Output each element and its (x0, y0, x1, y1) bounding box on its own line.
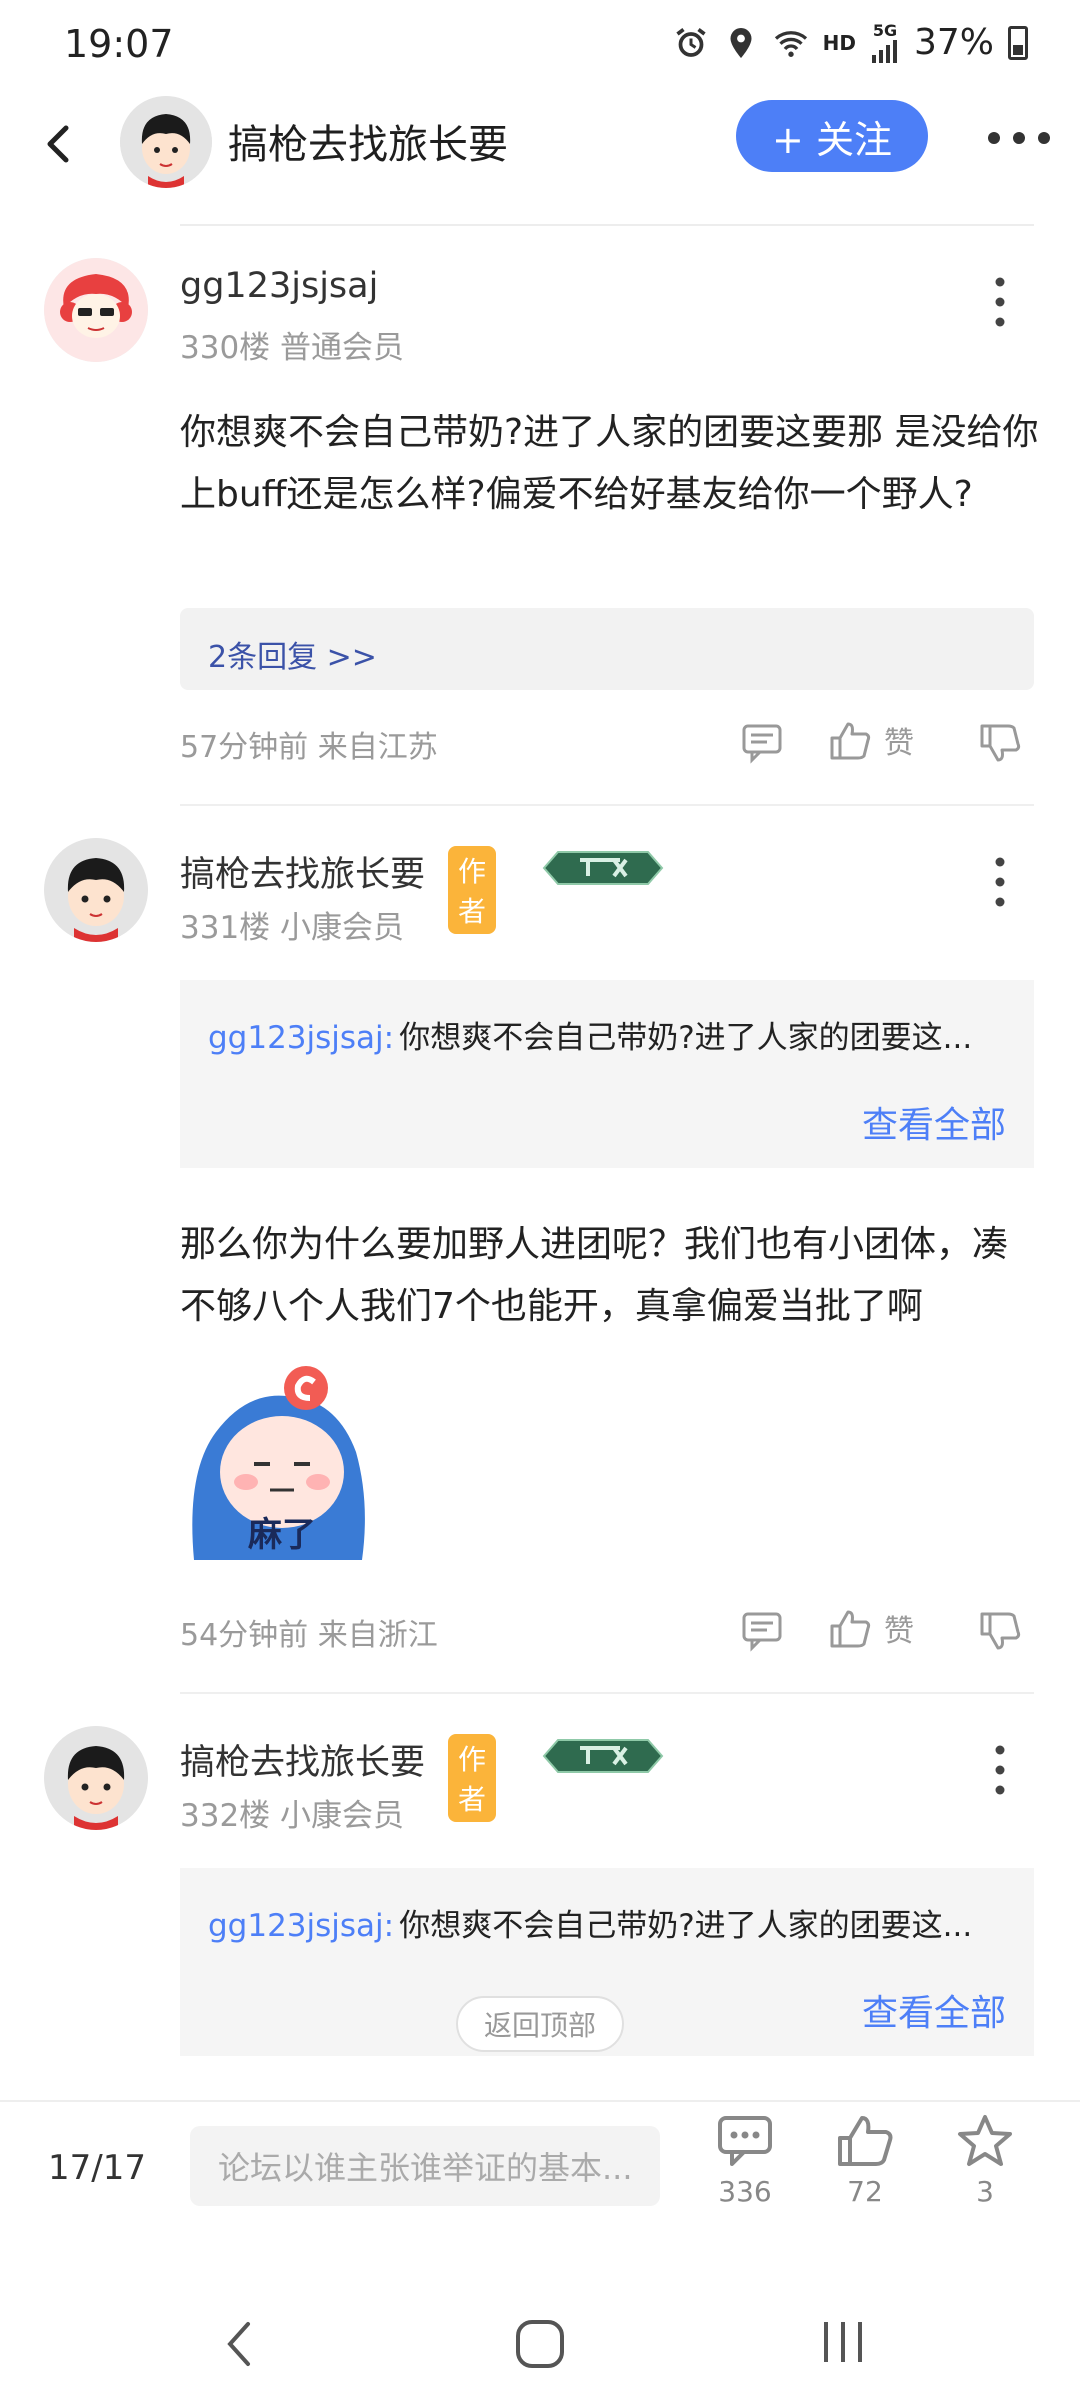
nav-home-icon[interactable] (512, 2318, 568, 2370)
see-all-link[interactable]: 查看全部 (862, 1096, 1006, 1148)
sticker-text: 麻了 (248, 1515, 316, 1555)
divider (180, 804, 1034, 806)
quote-line: gg123jsjsaj: 你想爽不会自己带奶?进了人家的团要这... (208, 1900, 972, 1945)
username[interactable]: 搞枪去找旅长要 (180, 846, 425, 897)
network-hd-label: HD (822, 30, 856, 55)
avatar[interactable] (44, 258, 148, 362)
divider (180, 224, 1034, 226)
likes-button[interactable]: 72 (820, 2114, 910, 2208)
quote-username[interactable]: gg123jsjsaj: (208, 1020, 394, 1056)
more-options-icon[interactable] (984, 128, 1054, 148)
system-nav-bar (0, 2290, 1080, 2400)
quote-line: gg123jsjsaj: 你想爽不会自己带奶?进了人家的团要这... (208, 1012, 972, 1057)
post-content: 你想爽不会自己带奶?进了人家的团要这要那 是没给你上buff还是怎么样?偏爱不给… (180, 412, 1039, 515)
favorite-button[interactable]: 3 (940, 2114, 1030, 2208)
quote-username[interactable]: gg123jsjsaj: (208, 1908, 394, 1944)
follow-button[interactable]: + 关注 (736, 100, 928, 172)
status-time: 19:07 (64, 22, 174, 66)
sticker-image[interactable]: 麻了 (186, 1352, 376, 1560)
replies-box[interactable]: 2条回复 >> (180, 608, 1034, 690)
post-menu-icon[interactable] (988, 852, 1012, 912)
battery-icon (1008, 25, 1028, 60)
thumbs-down-icon[interactable] (978, 722, 1022, 766)
comments-count: 336 (718, 2175, 772, 2208)
thumbs-up-icon (830, 722, 871, 760)
floor-info: 331楼 小康会员 (180, 910, 405, 946)
comment-icon[interactable] (740, 720, 784, 764)
thumbs-up-icon (838, 2116, 893, 2166)
author-badge: 作者 (448, 846, 497, 934)
thread-header: 搞枪去找旅长要 + 关注 (0, 96, 1080, 226)
nav-back-icon[interactable] (220, 2314, 260, 2374)
author-badge: 作者 (448, 1734, 497, 1822)
battery-percent: 37% (913, 22, 994, 63)
replies-link[interactable]: 2条回复 >> (208, 632, 377, 676)
quote-text: 你想爽不会自己带奶?进了人家的团要这... (399, 1020, 973, 1056)
like-button[interactable]: 赞 (828, 718, 914, 762)
location-icon (730, 27, 752, 58)
comments-button[interactable]: 336 (700, 2114, 790, 2208)
favorites-count: 3 (976, 2175, 994, 2208)
post-time-location: 57分钟前 来自江苏 (180, 730, 438, 765)
quote-box[interactable]: gg123jsjsaj: 你想爽不会自己带奶?进了人家的团要这... 查看全部 (180, 980, 1034, 1168)
like-button[interactable]: 赞 (828, 1606, 914, 1650)
level-badge-icon (542, 851, 664, 885)
floor-info: 330楼 普通会员 (180, 330, 405, 366)
avatar[interactable] (44, 838, 148, 942)
nav-recents-icon[interactable] (818, 2314, 868, 2370)
avatar[interactable] (44, 1726, 148, 1830)
likes-count: 72 (847, 2175, 883, 2208)
post-time-location: 54分钟前 来自浙江 (180, 1618, 438, 1653)
wifi-icon (774, 30, 807, 57)
comment-bubble-icon (718, 2116, 772, 2166)
divider (180, 1692, 1034, 1694)
post-menu-icon[interactable] (988, 272, 1012, 332)
thumbs-down-icon[interactable] (978, 1610, 1022, 1654)
alarm-icon (676, 27, 706, 57)
status-icons: HD 5G 37% (673, 22, 1028, 63)
reply-input[interactable]: 论坛以谁主张谁举证的基本... (190, 2126, 660, 2206)
status-bar: 19:07 HD 5G 37% (0, 0, 1080, 96)
thumbs-up-icon (830, 1610, 871, 1648)
post-menu-icon[interactable] (988, 1740, 1012, 1800)
signal-icon: 5G (870, 22, 900, 63)
level-badge-icon (542, 1739, 664, 1773)
back-arrow-icon[interactable] (30, 114, 90, 174)
star-icon (958, 2115, 1012, 2166)
page-indicator[interactable]: 17/17 (48, 2148, 146, 2188)
header-avatar[interactable] (120, 96, 212, 188)
comment-icon[interactable] (740, 1608, 784, 1652)
username[interactable]: gg123jsjsaj (180, 266, 378, 306)
post-content: 那么你为什么要加野人进团呢？我们也有小团体，凑不够八个人我们7个也能开，真拿偏爱… (180, 1224, 1009, 1327)
quote-text: 你想爽不会自己带奶?进了人家的团要这... (399, 1908, 973, 1944)
back-to-top-button[interactable]: 返回顶部 (456, 1996, 624, 2052)
username[interactable]: 搞枪去找旅长要 (180, 1734, 425, 1785)
header-title: 搞枪去找旅长要 (228, 122, 508, 168)
floor-info: 332楼 小康会员 (180, 1798, 405, 1834)
see-all-link[interactable]: 查看全部 (862, 1984, 1006, 2036)
